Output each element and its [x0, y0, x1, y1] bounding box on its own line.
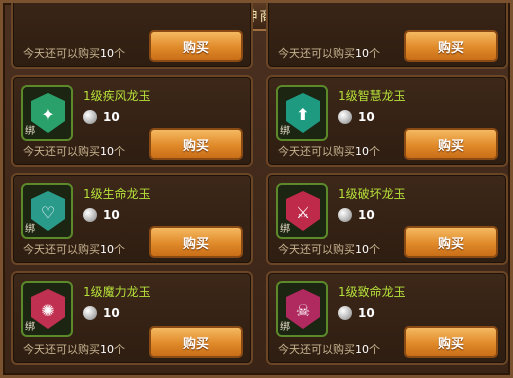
shop-window: 女神商店 今天还可以购买10个 购买 今天还可以购买10个 购买 ✦ 绑 1级疾…: [0, 0, 513, 378]
shop-card-partial-left: 今天还可以购买10个 购买: [11, 3, 253, 69]
magic-jade-icon: ✺: [31, 289, 65, 329]
silver-coin-icon: [83, 208, 97, 222]
item-name: 1级破坏龙玉: [338, 187, 406, 201]
shop-card-item-5: ☠ 绑 1级致命龙玉 10 今天还可以购买10个 购买: [266, 271, 508, 365]
item-name: 1级疾风龙玉: [83, 89, 151, 103]
silver-coin-icon: [338, 110, 352, 124]
item-price: 10: [83, 306, 120, 320]
item-price: 10: [338, 306, 375, 320]
buy-button[interactable]: 购买: [149, 30, 243, 62]
purchase-limit: 今天还可以购买10个: [278, 145, 380, 158]
item-name: 1级致命龙玉: [338, 285, 406, 299]
purchase-limit: 今天还可以购买10个: [23, 343, 125, 356]
shop-card-item-3: ⚔ 绑 1级破坏龙玉 10 今天还可以购买10个 购买: [266, 173, 508, 265]
item-name: 1级智慧龙玉: [338, 89, 406, 103]
fatal-jade-icon: ☠: [286, 289, 320, 329]
purchase-limit: 今天还可以购买10个: [23, 145, 125, 158]
buy-button[interactable]: 购买: [404, 128, 498, 160]
item-icon-frame[interactable]: ⚔ 绑: [276, 183, 328, 239]
buy-button[interactable]: 购买: [149, 326, 243, 358]
item-icon-frame[interactable]: ☠ 绑: [276, 281, 328, 337]
bound-tag: 绑: [25, 322, 35, 333]
wisdom-jade-icon: ⬆: [286, 93, 320, 133]
shop-card-partial-right: 今天还可以购买10个 购买: [266, 3, 508, 69]
purchase-limit: 今天还可以购买10个: [278, 343, 380, 356]
item-price: 10: [83, 208, 120, 222]
shop-card-item-4: ✺ 绑 1级魔力龙玉 10 今天还可以购买10个 购买: [11, 271, 253, 365]
shop-card-item-1: ⬆ 绑 1级智慧龙玉 10 今天还可以购买10个 购买: [266, 75, 508, 167]
bound-tag: 绑: [280, 224, 290, 235]
item-icon-frame[interactable]: ✺ 绑: [21, 281, 73, 337]
item-price: 10: [83, 110, 120, 124]
purchase-limit: 今天还可以购买10个: [278, 47, 380, 60]
purchase-limit: 今天还可以购买10个: [23, 243, 125, 256]
buy-button[interactable]: 购买: [404, 30, 498, 62]
destruction-jade-icon: ⚔: [286, 191, 320, 231]
item-price: 10: [338, 110, 375, 124]
silver-coin-icon: [338, 306, 352, 320]
silver-coin-icon: [83, 306, 97, 320]
buy-button[interactable]: 购买: [404, 326, 498, 358]
item-icon-frame[interactable]: ✦ 绑: [21, 85, 73, 141]
buy-button[interactable]: 购买: [404, 226, 498, 258]
item-price: 10: [338, 208, 375, 222]
bound-tag: 绑: [280, 126, 290, 137]
shop-card-item-2: ♡ 绑 1级生命龙玉 10 今天还可以购买10个 购买: [11, 173, 253, 265]
bound-tag: 绑: [25, 126, 35, 137]
bound-tag: 绑: [25, 224, 35, 235]
item-icon-frame[interactable]: ⬆ 绑: [276, 85, 328, 141]
life-jade-icon: ♡: [31, 191, 65, 231]
item-icon-frame[interactable]: ♡ 绑: [21, 183, 73, 239]
silver-coin-icon: [338, 208, 352, 222]
wind-jade-icon: ✦: [31, 93, 65, 133]
buy-button[interactable]: 购买: [149, 226, 243, 258]
bound-tag: 绑: [280, 322, 290, 333]
buy-button[interactable]: 购买: [149, 128, 243, 160]
item-name: 1级生命龙玉: [83, 187, 151, 201]
item-name: 1级魔力龙玉: [83, 285, 151, 299]
silver-coin-icon: [83, 110, 97, 124]
shop-card-item-0: ✦ 绑 1级疾风龙玉 10 今天还可以购买10个 购买: [11, 75, 253, 167]
purchase-limit: 今天还可以购买10个: [278, 243, 380, 256]
purchase-limit: 今天还可以购买10个: [23, 47, 125, 60]
